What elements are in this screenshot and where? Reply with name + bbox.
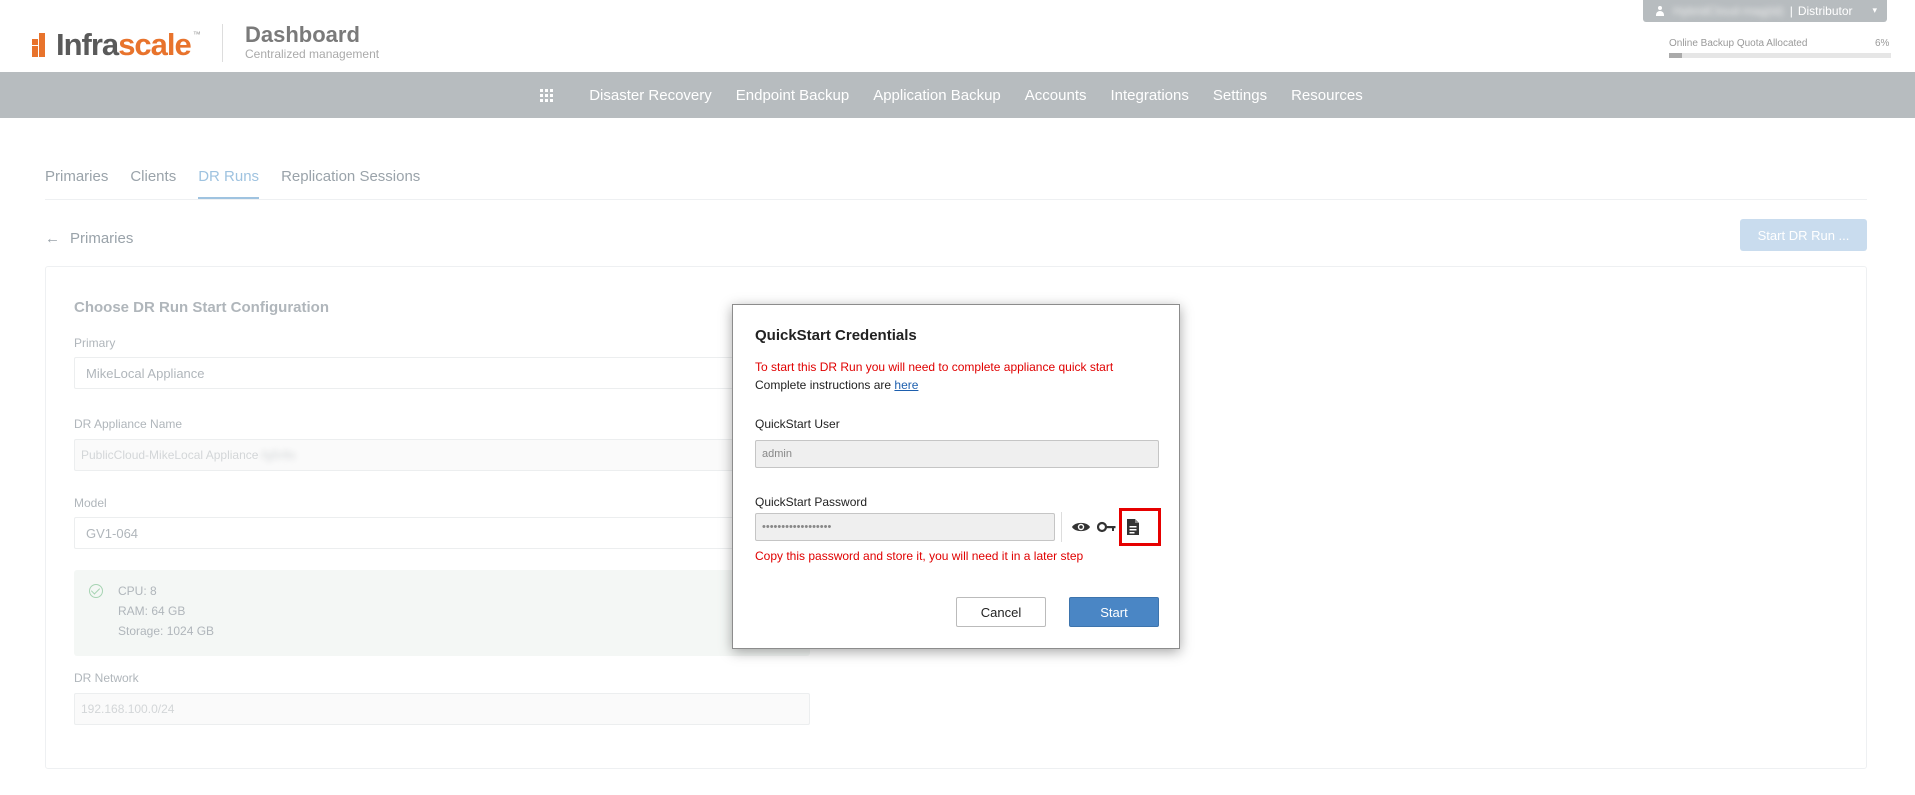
nav-accounts[interactable]: Accounts <box>1025 87 1087 104</box>
cancel-button[interactable]: Cancel <box>956 597 1046 627</box>
tab-clients[interactable]: Clients <box>130 168 176 199</box>
quickstart-credentials-dialog: QuickStart Credentials To start this DR … <box>732 304 1180 649</box>
quickstart-password-label: QuickStart Password <box>755 495 868 509</box>
nav-disaster-recovery[interactable]: Disaster Recovery <box>589 87 712 104</box>
user-role: Distributor <box>1797 4 1853 18</box>
tab-primaries[interactable]: Primaries <box>45 168 108 199</box>
dr-network-field[interactable]: 192.168.100.0/24 <box>74 693 810 725</box>
dialog-title: QuickStart Credentials <box>755 327 917 344</box>
model-specs-box: CPU: 8 RAM: 64 GB Storage: 1024 GB <box>74 570 810 656</box>
main-nav: Disaster Recovery Endpoint Backup Applic… <box>0 72 1915 118</box>
user-menu-button[interactable]: HybridCloud-mag(id) | Distributor ▾ <box>1643 0 1887 22</box>
eye-icon[interactable] <box>1070 516 1092 538</box>
primary-select[interactable]: MikeLocal Appliance <box>74 357 810 389</box>
quota-progress-bar <box>1669 53 1891 58</box>
quickstart-user-label: QuickStart User <box>755 417 840 431</box>
quota-label: Online Backup Quota Allocated <box>1669 38 1808 49</box>
spec-ram: RAM: 64 GB <box>118 604 186 618</box>
app-header: Infrascale ™ Dashboard Centralized manag… <box>0 0 1915 72</box>
start-button[interactable]: Start <box>1069 597 1159 627</box>
nav-application-backup[interactable]: Application Backup <box>873 87 1001 104</box>
apps-grid-icon[interactable] <box>540 88 554 102</box>
page-title: Dashboard <box>245 22 360 47</box>
spec-cpu: CPU: 8 <box>118 584 157 598</box>
user-name: HybridCloud-mag(id) <box>1673 4 1784 18</box>
primary-label: Primary <box>74 336 116 350</box>
model-select[interactable]: GV1-064 <box>74 517 810 549</box>
quickstart-password-input[interactable] <box>755 513 1055 541</box>
copy-button-highlight <box>1119 508 1161 546</box>
sub-tabs: Primaries Clients DR Runs Replication Se… <box>45 168 1867 200</box>
quota-percent: 6% <box>1875 38 1890 49</box>
user-icon <box>1655 6 1665 16</box>
instructions-here-link[interactable]: here <box>894 378 918 392</box>
logo-text: Infrascale <box>56 27 192 62</box>
nav-integrations[interactable]: Integrations <box>1110 87 1188 104</box>
infrascale-logo[interactable]: Infrascale ™ <box>32 27 201 62</box>
appliance-name-field[interactable]: PublicCloud-MikeLocal Appliance-fg5r8s <box>74 439 810 471</box>
quickstart-warning: To start this DR Run you will need to co… <box>755 360 1114 374</box>
tab-replication-sessions[interactable]: Replication Sessions <box>281 168 420 199</box>
page-subtitle: Centralized management <box>245 47 380 61</box>
spec-storage: Storage: 1024 GB <box>118 624 215 638</box>
start-dr-run-button[interactable]: Start DR Run ... <box>1740 219 1867 251</box>
config-title: Choose DR Run Start Configuration <box>74 299 329 316</box>
quota-progress-fill <box>1669 53 1683 58</box>
appliance-name-label: DR Appliance Name <box>74 417 183 431</box>
header-divider <box>222 24 223 62</box>
user-separator: | <box>1789 4 1793 18</box>
quickstart-user-input[interactable] <box>755 440 1159 468</box>
nav-resources[interactable]: Resources <box>1291 87 1363 104</box>
check-circle-icon <box>89 584 103 598</box>
appliance-name-value: PublicCloud-MikeLocal Appliance <box>81 448 259 462</box>
tab-dr-runs[interactable]: DR Runs <box>198 168 260 199</box>
nav-settings[interactable]: Settings <box>1213 87 1267 104</box>
password-note: Copy this password and store it, you wil… <box>755 549 1084 563</box>
appliance-name-suffix: -fg5r8s <box>258 448 296 462</box>
logo-trademark: ™ <box>192 30 201 39</box>
back-to-primaries-link[interactable]: ← Primaries <box>45 230 133 247</box>
nav-endpoint-backup[interactable]: Endpoint Backup <box>736 87 849 104</box>
key-icon[interactable] <box>1096 516 1118 538</box>
model-label: Model <box>74 496 107 510</box>
back-link-label: Primaries <box>70 230 134 247</box>
arrow-left-icon: ← <box>45 230 60 247</box>
dr-network-label: DR Network <box>74 671 139 685</box>
chevron-down-icon: ▾ <box>1872 5 1877 15</box>
instructions-text: Complete instructions are here <box>755 378 919 392</box>
logo-mark-icon <box>32 33 54 57</box>
